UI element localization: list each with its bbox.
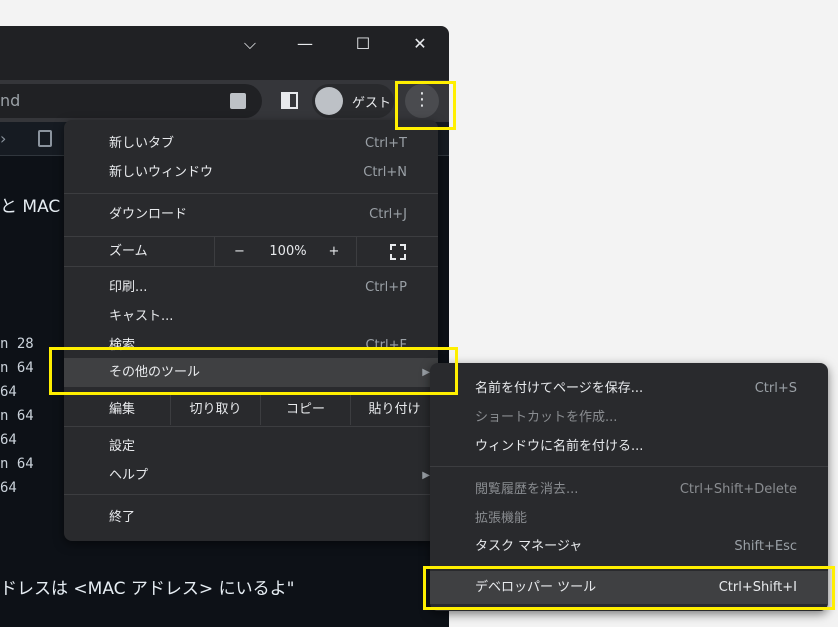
address-text: nd bbox=[0, 91, 21, 110]
menu-item-label: ズーム bbox=[109, 244, 148, 259]
menu-item-label: 閲覧履歴を消去... bbox=[475, 482, 579, 497]
menu-item-developer-tools[interactable]: デベロッパー ツール Ctrl+Shift+I bbox=[430, 571, 828, 604]
body-text: ドレスは <MAC アドレス> にいるよ" bbox=[0, 579, 295, 599]
fullscreen-button[interactable] bbox=[356, 237, 438, 267]
submenu-arrow-icon: ▶ bbox=[422, 367, 430, 378]
maximize-button[interactable]: ☐ bbox=[348, 34, 378, 53]
code-line: 64 bbox=[0, 480, 17, 496]
code-line: n 64 bbox=[0, 360, 34, 376]
chrome-menu: 新しいタブ Ctrl+T 新しいウィンドウ Ctrl+N ダウンロード Ctrl+J … bbox=[64, 120, 438, 541]
menu-item-label: その他のツール bbox=[109, 365, 201, 380]
side-panel-icon[interactable] bbox=[281, 92, 298, 109]
menu-item-shortcut: Ctrl+T bbox=[365, 136, 407, 151]
divider bbox=[64, 426, 438, 427]
code-line: n 64 bbox=[0, 456, 34, 472]
toolbar: nd ゲスト ⋮ bbox=[0, 80, 449, 122]
menu-item-shortcut: Ctrl+F bbox=[365, 338, 407, 353]
address-bar[interactable]: nd bbox=[0, 84, 262, 118]
menu-item-more-tools[interactable]: その他のツール ▶ bbox=[64, 358, 438, 387]
heading-text: と MAC bbox=[0, 197, 61, 217]
menu-row-edit: 編集 切り取り コピー 貼り付け bbox=[64, 395, 438, 425]
chevron-icon[interactable]: › bbox=[0, 129, 6, 148]
menu-item-shortcut: Ctrl+P bbox=[365, 280, 407, 295]
menu-item-label: 拡張機能 bbox=[475, 511, 528, 526]
cut-button[interactable]: 切り取り bbox=[170, 395, 260, 425]
menu-item-downloads[interactable]: ダウンロード Ctrl+J bbox=[64, 200, 438, 229]
profile-label: ゲスト bbox=[352, 96, 392, 111]
code-line: n 64 bbox=[0, 408, 34, 424]
menu-item-exit[interactable]: 終了 bbox=[64, 503, 438, 532]
divider bbox=[64, 266, 438, 267]
menu-item-shortcut: Ctrl+Shift+I bbox=[718, 580, 797, 595]
menu-item-cast[interactable]: キャスト... bbox=[64, 302, 438, 331]
profile-button[interactable]: ゲスト bbox=[312, 84, 394, 118]
menu-item-label: デベロッパー ツール bbox=[475, 580, 597, 595]
menu-row-zoom: ズーム − 100% + bbox=[64, 237, 438, 267]
menu-item-name-window[interactable]: ウィンドウに名前を付ける... bbox=[430, 432, 828, 461]
menu-item-print[interactable]: 印刷... Ctrl+P bbox=[64, 273, 438, 302]
divider bbox=[64, 193, 438, 194]
menu-item-label: 新しいウィンドウ bbox=[109, 165, 214, 180]
menu-item-label: ウィンドウに名前を付ける... bbox=[475, 439, 644, 454]
menu-item-shortcut: Ctrl+J bbox=[369, 207, 407, 222]
menu-item-shortcut: Ctrl+S bbox=[754, 381, 797, 396]
menu-item-create-shortcut: ショートカットを作成... bbox=[430, 403, 828, 432]
translate-icon[interactable] bbox=[230, 93, 246, 109]
paste-button[interactable]: 貼り付け bbox=[350, 395, 438, 425]
menu-item-label: キャスト... bbox=[109, 309, 174, 324]
menu-item-shortcut: Shift+Esc bbox=[734, 539, 797, 554]
kebab-icon: ⋮ bbox=[413, 89, 431, 110]
zoom-out-button[interactable]: − bbox=[214, 237, 264, 267]
more-tools-submenu: 名前を付けてページを保存... Ctrl+S ショートカットを作成... ウィンド… bbox=[430, 363, 828, 611]
minimize-button[interactable]: — bbox=[290, 34, 320, 53]
menu-item-label: タスク マネージャ bbox=[475, 539, 583, 554]
menu-button[interactable]: ⋮ bbox=[405, 84, 439, 118]
zoom-level: 100% bbox=[269, 244, 307, 259]
menu-item-save-page[interactable]: 名前を付けてページを保存... Ctrl+S bbox=[430, 374, 828, 403]
menu-item-shortcut: Ctrl+Shift+Delete bbox=[679, 482, 797, 497]
menu-item-shortcut: Ctrl+N bbox=[363, 165, 407, 180]
menu-item-label: 検索 bbox=[109, 338, 136, 353]
divider bbox=[430, 466, 828, 467]
menu-item-find[interactable]: 検索 Ctrl+F bbox=[64, 331, 438, 355]
avatar-icon bbox=[315, 87, 343, 115]
code-line: n 28 bbox=[0, 336, 34, 352]
menu-item-task-manager[interactable]: タスク マネージャ Shift+Esc bbox=[430, 532, 828, 561]
menu-item-new-window[interactable]: 新しいウィンドウ Ctrl+N bbox=[64, 158, 438, 187]
code-line: 64 bbox=[0, 384, 17, 400]
zoom-in-button[interactable]: + bbox=[312, 237, 356, 267]
menu-item-label: ヘルプ bbox=[109, 468, 149, 483]
submenu-arrow-icon: ▶ bbox=[422, 470, 430, 481]
menu-item-label: 印刷... bbox=[109, 280, 148, 295]
fullscreen-icon bbox=[389, 244, 406, 260]
close-button[interactable]: ✕ bbox=[405, 34, 435, 53]
menu-item-label: 名前を付けてページを保存... bbox=[475, 381, 644, 396]
code-line: 64 bbox=[0, 432, 17, 448]
menu-item-label: 設定 bbox=[109, 439, 136, 454]
menu-item-label: 終了 bbox=[109, 510, 136, 525]
menu-item-new-tab[interactable]: 新しいタブ Ctrl+T bbox=[64, 129, 438, 158]
menu-item-label: ショートカットを作成... bbox=[475, 410, 618, 425]
menu-item-extensions: 拡張機能 bbox=[430, 504, 828, 533]
menu-item-label: ダウンロード bbox=[109, 207, 188, 222]
menu-item-label: 新しいタブ bbox=[109, 136, 175, 151]
tab-search-button[interactable]: ⌵ bbox=[235, 34, 265, 54]
file-icon[interactable] bbox=[38, 130, 52, 147]
menu-item-label: 編集 bbox=[109, 402, 136, 417]
divider bbox=[64, 494, 438, 495]
menu-item-help[interactable]: ヘルプ ▶ bbox=[64, 461, 438, 490]
menu-item-settings[interactable]: 設定 bbox=[64, 432, 438, 461]
menu-item-clear-browsing-data: 閲覧履歴を消去... Ctrl+Shift+Delete bbox=[430, 475, 828, 504]
copy-button[interactable]: コピー bbox=[260, 395, 350, 425]
